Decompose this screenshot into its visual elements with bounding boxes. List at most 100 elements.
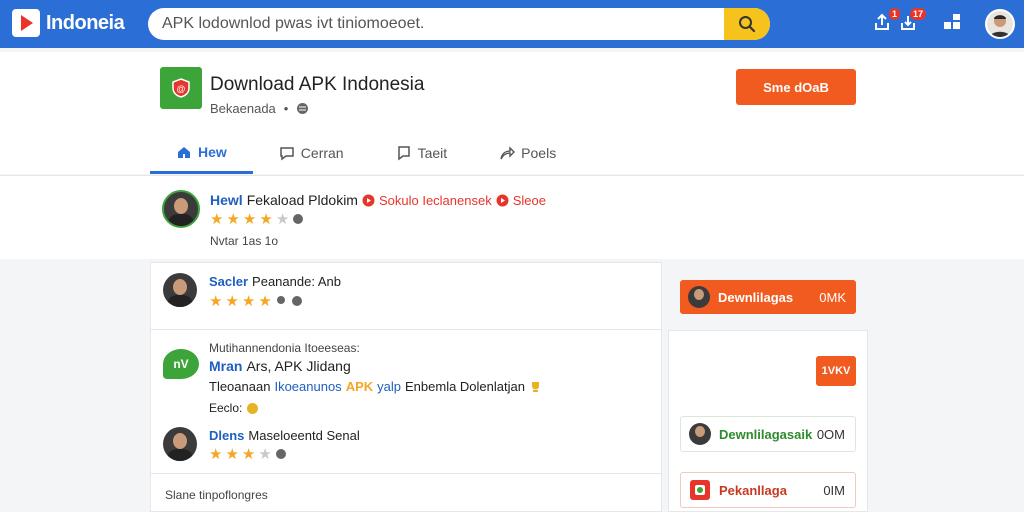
notification-badge: 17 xyxy=(909,8,926,20)
list-item-line: Tleoanaan Ikoeanunos APK yalp Enbemla Do… xyxy=(209,379,542,394)
apps-button[interactable] xyxy=(942,12,964,34)
star-icon: ★ xyxy=(258,293,271,310)
reviewer-name[interactable]: Sacler xyxy=(209,274,248,289)
search-button[interactable] xyxy=(724,8,770,40)
search-input[interactable] xyxy=(162,15,722,33)
review-meta: Nvtar 1as 1o xyxy=(210,234,279,248)
footer-text: Eeclo: xyxy=(209,401,243,415)
star-icon: ★ xyxy=(241,293,255,310)
home-icon xyxy=(178,146,190,158)
star-icon: ★ xyxy=(210,211,223,228)
avatar xyxy=(688,286,710,308)
globe-icon xyxy=(293,214,304,224)
avatar xyxy=(689,423,711,445)
line-link[interactable]: Ikoeanunos xyxy=(274,379,341,394)
globe-icon xyxy=(275,449,286,459)
file-size: 0IM xyxy=(823,482,845,498)
user-avatar[interactable] xyxy=(985,9,1015,39)
tag-label[interactable]: Sokulo Ieclanensek xyxy=(379,193,492,208)
line-text: Enbemla Dolenlatjan xyxy=(405,379,525,394)
title-text: Ars, APK Jlidang xyxy=(246,358,351,374)
app-subtitle: Bekaenada • xyxy=(210,101,309,116)
button-label: Dewnlilagas xyxy=(718,289,794,305)
reviewer-name[interactable]: Dlens xyxy=(209,428,244,443)
tab-comments[interactable]: Cerran xyxy=(253,132,370,174)
review-title: Fekaload Pldokim xyxy=(246,192,358,208)
subtitle-separator: • xyxy=(283,101,289,116)
star-icon: ★ xyxy=(259,211,272,228)
line-text: Tleoanaan xyxy=(209,379,271,394)
list-item: Sacler Peanande: Anb xyxy=(209,274,341,289)
sidebar-item[interactable]: Pekanllaga 0IM xyxy=(680,472,856,508)
tab-label: Cerran xyxy=(300,145,344,161)
primary-download-button[interactable]: Sme dOaB xyxy=(736,69,856,105)
app-icon xyxy=(690,480,710,500)
avatar[interactable] xyxy=(163,427,197,461)
star-icon: ★ xyxy=(225,446,238,463)
featured-review: Hewl Fekaload Pldokim Sokulo Ieclanensek… xyxy=(0,175,1024,259)
notification-button[interactable]: 17 xyxy=(898,8,926,34)
search-icon xyxy=(739,16,756,33)
featured-title: Hewl Fekaload Pldokim Sokulo Ieclanensek… xyxy=(210,192,546,208)
item-label: Dewnlilagasaik xyxy=(719,426,813,442)
trophy-icon xyxy=(531,382,539,392)
apps-icon xyxy=(944,14,960,29)
section-heading: Mutihannendonia Itoeeseas: xyxy=(209,341,360,355)
divider xyxy=(151,329,661,330)
avatar[interactable] xyxy=(163,273,197,307)
icon-label: nV xyxy=(173,357,189,371)
line-link[interactable]: yalp xyxy=(377,379,401,394)
tab-share[interactable]: Poels xyxy=(473,132,582,174)
app-icon: @ xyxy=(160,67,202,109)
star-rating: ★ ★ ★ ★ xyxy=(209,292,303,310)
star-rating: ★ ★ ★ ★ xyxy=(209,445,287,463)
badge-icon xyxy=(247,402,259,414)
top-bar: Indoneia 1 17 xyxy=(0,0,1024,48)
list-footer[interactable]: Slane tinpoflongres xyxy=(165,488,268,502)
list-item: Dlens Maseloeentd Senal xyxy=(209,428,360,443)
share-icon xyxy=(500,146,516,160)
play-logo-icon xyxy=(12,9,40,37)
star-icon: ★ xyxy=(275,211,289,228)
review-text: Peanande: Anb xyxy=(252,274,341,289)
tag-label[interactable]: Sleoe xyxy=(513,193,546,208)
star-icon: ★ xyxy=(226,211,239,228)
sidebar-small-button[interactable]: 1VKV xyxy=(816,356,856,386)
brand-name: Indoneia xyxy=(46,11,125,34)
globe-icon xyxy=(297,103,309,114)
app-publisher: Bekaenada xyxy=(210,101,276,116)
list-item-title: Mran Ars, APK Jlidang xyxy=(209,358,351,374)
tab-chat[interactable]: Taeit xyxy=(370,132,474,174)
line-highlight: APK xyxy=(345,379,374,394)
sidebar-item[interactable]: Dewnlilagasaik 0OM xyxy=(680,416,856,452)
upload-button[interactable]: 1 xyxy=(872,8,900,34)
comment-icon xyxy=(280,147,294,161)
star-icon: ★ xyxy=(209,446,222,463)
item-label: Pekanllaga xyxy=(719,482,787,498)
divider xyxy=(151,473,661,474)
file-size: 0OM xyxy=(816,426,845,442)
file-size: 0MK xyxy=(819,289,846,305)
play-badge-icon xyxy=(362,194,375,206)
svg-text:@: @ xyxy=(176,84,185,94)
tab-bar: Hew Cerran Taeit Poels xyxy=(150,132,582,174)
avatar[interactable] xyxy=(162,190,200,228)
reviewer-name[interactable]: Hewl xyxy=(210,192,243,208)
pin-icon xyxy=(276,296,285,304)
globe-icon xyxy=(291,296,302,306)
sidebar-download-button[interactable]: Dewnlilagas 0MK xyxy=(680,280,856,314)
title-highlight[interactable]: Mran xyxy=(209,358,242,374)
chat-bubble-icon: nV xyxy=(163,349,199,379)
tab-label: Taeit xyxy=(417,145,448,161)
user-avatar-icon xyxy=(990,15,1010,37)
search-bar xyxy=(148,8,770,40)
star-rating: ★ ★ ★ ★ ★ xyxy=(210,210,304,228)
chat-icon xyxy=(397,146,410,161)
brand-logo[interactable]: Indoneia xyxy=(12,9,125,37)
tab-home[interactable]: Hew xyxy=(150,132,253,174)
star-icon: ★ xyxy=(209,293,222,310)
page-title: Download APK Indonesia xyxy=(210,74,425,95)
app-header-card: @ Download APK Indonesia Bekaenada • Sme… xyxy=(0,52,1024,174)
review-list: Sacler Peanande: Anb ★ ★ ★ ★ Mutihannendoni… xyxy=(150,262,662,512)
tab-label: Poels xyxy=(521,145,557,161)
